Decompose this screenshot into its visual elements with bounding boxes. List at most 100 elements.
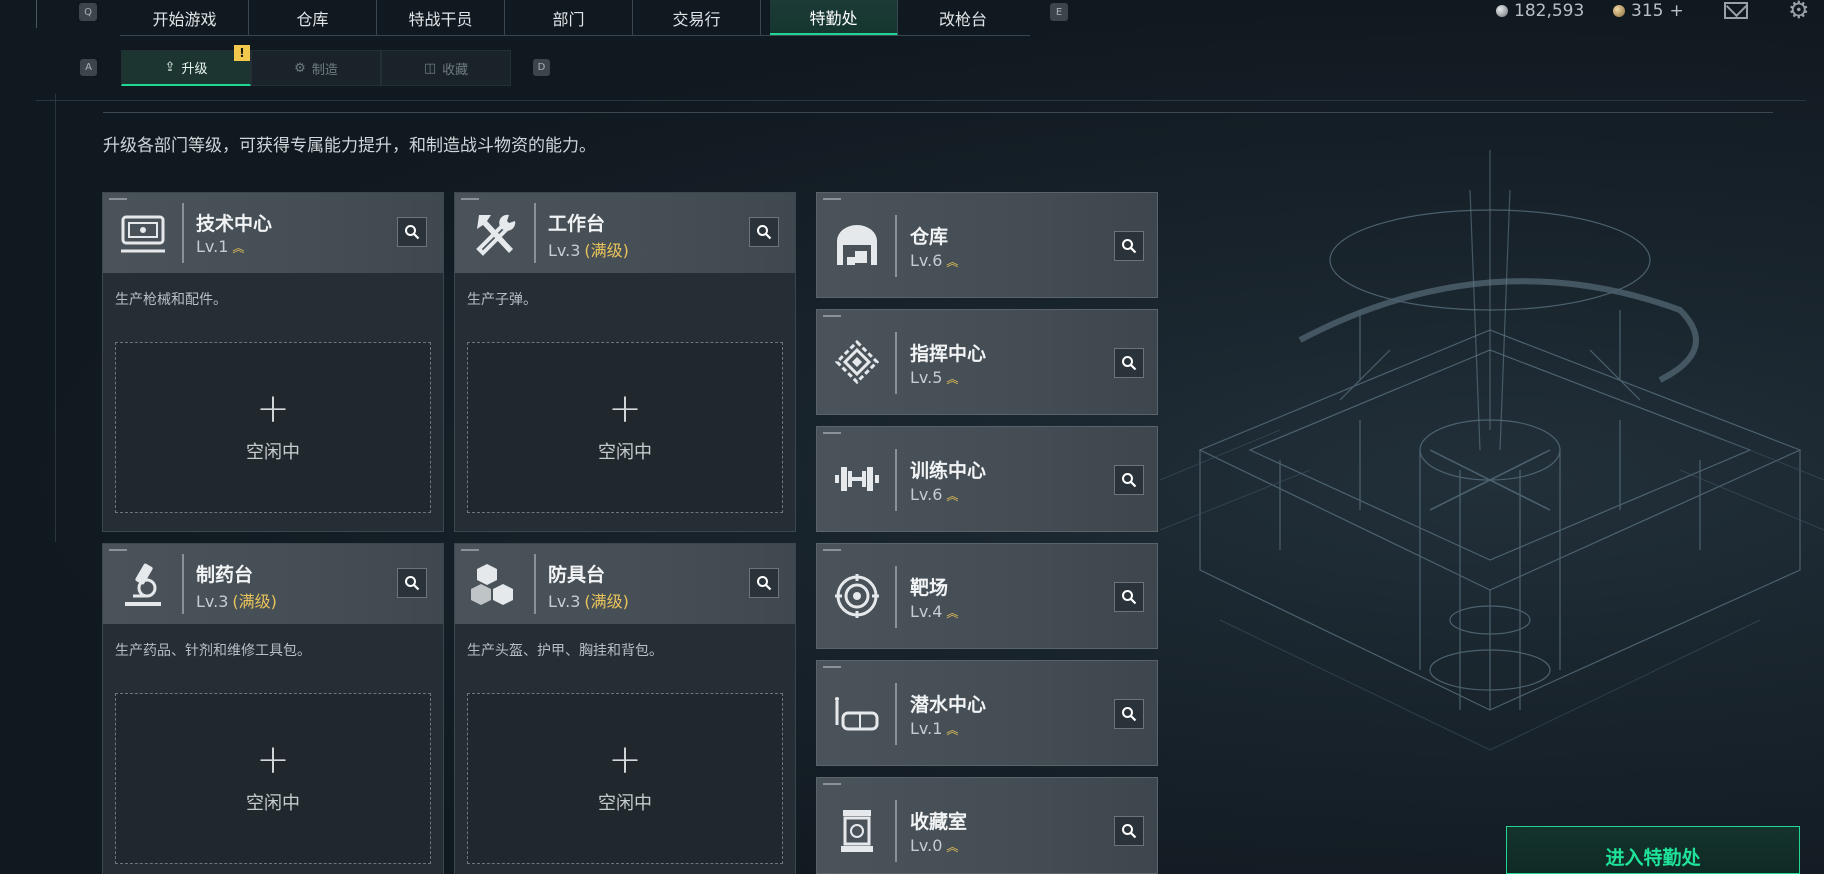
- production-slot[interactable]: + 空闲中: [467, 693, 783, 864]
- boxes-icon: [471, 564, 513, 605]
- facility-level: Lv.6 ︽: [910, 251, 958, 270]
- search-icon: [757, 576, 772, 591]
- upgrade-icon: ⇪: [164, 60, 176, 75]
- facility-level: Lv.3 (满级): [548, 241, 629, 260]
- header-divider: [895, 449, 897, 511]
- tab-operators[interactable]: 特战干员: [377, 0, 505, 36]
- header-divider: [895, 215, 897, 277]
- page-description: 升级各部门等级，可获得专属能力提升，和制造战斗物资的能力。: [103, 136, 596, 156]
- header-divider: [895, 566, 897, 628]
- facility-name: 潜水中心: [910, 694, 987, 716]
- tab-department[interactable]: 部门: [505, 0, 633, 36]
- base-blueprint-illustration: [1160, 150, 1824, 751]
- tab-warehouse[interactable]: 仓库: [249, 0, 377, 36]
- search-icon: [1122, 473, 1137, 488]
- target-icon: [835, 574, 879, 618]
- slot-status: 空闲中: [598, 793, 652, 814]
- gold-currency[interactable]: 315 +: [1613, 0, 1684, 22]
- dumbbell-icon: [835, 467, 879, 491]
- facility-level: Lv.3 (满级): [548, 592, 629, 611]
- facility-level: Lv.3 (满级): [196, 592, 277, 611]
- production-slot[interactable]: + 空闲中: [467, 342, 783, 513]
- production-slot[interactable]: + 空闲中: [115, 342, 431, 513]
- header-divider: [182, 203, 184, 263]
- gear-icon[interactable]: ⚙: [1788, 0, 1810, 22]
- silver-coin-icon: [1496, 5, 1508, 17]
- header-divider: [895, 332, 897, 394]
- subtab-prev-key[interactable]: A: [80, 59, 97, 76]
- production-slot[interactable]: + 空闲中: [115, 693, 431, 864]
- search-icon: [405, 576, 420, 591]
- facility-card-command-center[interactable]: 指挥中心 Lv.5 ︽: [816, 309, 1158, 415]
- tab-trading[interactable]: 交易行: [633, 0, 761, 36]
- tab-start-game[interactable]: 开始游戏: [121, 0, 249, 36]
- header-divider: [895, 800, 897, 862]
- inspect-button[interactable]: [749, 568, 779, 598]
- rank-chevron-icon: ︽: [946, 606, 958, 620]
- facility-name: 指挥中心: [910, 343, 987, 365]
- facility-name: 制药台: [196, 564, 254, 586]
- facility-card-shooting-range[interactable]: 靶场 Lv.4 ︽: [816, 543, 1158, 649]
- warehouse-icon: [837, 225, 877, 265]
- inspect-button[interactable]: [1114, 465, 1144, 495]
- tools-icon: [476, 214, 516, 256]
- enter-special-ops-button[interactable]: 进入特勤处: [1506, 826, 1800, 874]
- card-header: 制药台 Lv.3 (满级): [103, 544, 443, 624]
- subtab-collection[interactable]: ◫ 收藏: [381, 50, 511, 86]
- facility-card-warehouse[interactable]: 仓库 Lv.6 ︽: [816, 192, 1158, 298]
- facility-card-diving-center[interactable]: 潜水中心 Lv.1 ︽: [816, 660, 1158, 766]
- inspect-button[interactable]: [1114, 816, 1144, 846]
- inspect-button[interactable]: [1114, 582, 1144, 612]
- facility-description: 生产子弹。: [467, 292, 537, 308]
- facility-name: 防具台: [548, 564, 606, 586]
- diving-mask-icon: [835, 697, 879, 731]
- inspect-button[interactable]: [397, 217, 427, 247]
- craft-icon: ⚙: [294, 60, 306, 76]
- facility-name: 仓库: [910, 226, 949, 248]
- nav-next-key[interactable]: E: [1050, 3, 1068, 21]
- rank-chevron-icon: ︽: [946, 255, 958, 269]
- mail-icon[interactable]: [1724, 2, 1748, 19]
- nav-underline: [120, 35, 1030, 36]
- facility-card-collection-room[interactable]: 收藏室 Lv.0 ︽: [816, 777, 1158, 874]
- subtab-next-key[interactable]: D: [533, 59, 550, 76]
- facility-level: Lv.1 ︽: [196, 237, 244, 256]
- subtab-craft[interactable]: ⚙ 制造: [251, 50, 381, 86]
- facility-card-training-center[interactable]: 训练中心 Lv.6 ︽: [816, 426, 1158, 532]
- rank-chevron-icon: ︽: [946, 489, 958, 503]
- card-header: 工作台 Lv.3 (满级): [455, 193, 795, 273]
- left-frame-line: [55, 94, 56, 542]
- inspect-button[interactable]: [1114, 699, 1144, 729]
- facility-card-workbench[interactable]: 工作台 Lv.3 (满级) 生产子弹。 + 空闲中: [454, 192, 796, 532]
- facility-card-armor-bench[interactable]: 防具台 Lv.3 (满级) 生产头盔、护甲、胸挂和背包。 + 空闲中: [454, 543, 796, 874]
- facility-level: Lv.0 ︽: [910, 836, 958, 855]
- tab-gunsmith[interactable]: 改枪台: [899, 0, 1027, 36]
- add-icon: +: [256, 737, 290, 783]
- gold-add-icon[interactable]: +: [1669, 1, 1683, 21]
- rank-chevron-icon: ︽: [946, 723, 958, 737]
- facility-card-tech-center[interactable]: 技术中心 Lv.1 ︽ 生产枪械和配件。 + 空闲中: [102, 192, 444, 532]
- facility-description: 生产药品、针剂和维修工具包。: [115, 643, 311, 659]
- header-divider: [534, 554, 536, 614]
- search-icon: [1122, 590, 1137, 605]
- subtab-upgrade-label: 升级: [181, 62, 208, 77]
- collection-icon: ◫: [423, 60, 437, 76]
- facility-card-pharmacy[interactable]: 制药台 Lv.3 (满级) 生产药品、针剂和维修工具包。 + 空闲中: [102, 543, 444, 874]
- rank-chevron-icon: ︽: [946, 840, 958, 854]
- inspect-button[interactable]: [1114, 348, 1144, 378]
- header-divider: [182, 554, 184, 614]
- search-icon: [1122, 356, 1137, 371]
- search-icon: [1122, 824, 1137, 839]
- silver-amount: 182,593: [1514, 1, 1585, 21]
- rank-chevron-icon: ︽: [232, 241, 244, 255]
- subtab-collection-label: 收藏: [442, 62, 469, 78]
- inspect-button[interactable]: [397, 568, 427, 598]
- max-level-tag: (满级): [584, 241, 629, 260]
- inspect-button[interactable]: [749, 217, 779, 247]
- tab-special-ops[interactable]: 特勤处: [770, 0, 898, 36]
- inspect-button[interactable]: [1114, 231, 1144, 261]
- header-divider: [534, 203, 536, 263]
- facility-level: Lv.4 ︽: [910, 602, 958, 621]
- subtab-upgrade[interactable]: ⇪ 升级: [121, 50, 251, 86]
- nav-prev-key[interactable]: Q: [79, 3, 97, 21]
